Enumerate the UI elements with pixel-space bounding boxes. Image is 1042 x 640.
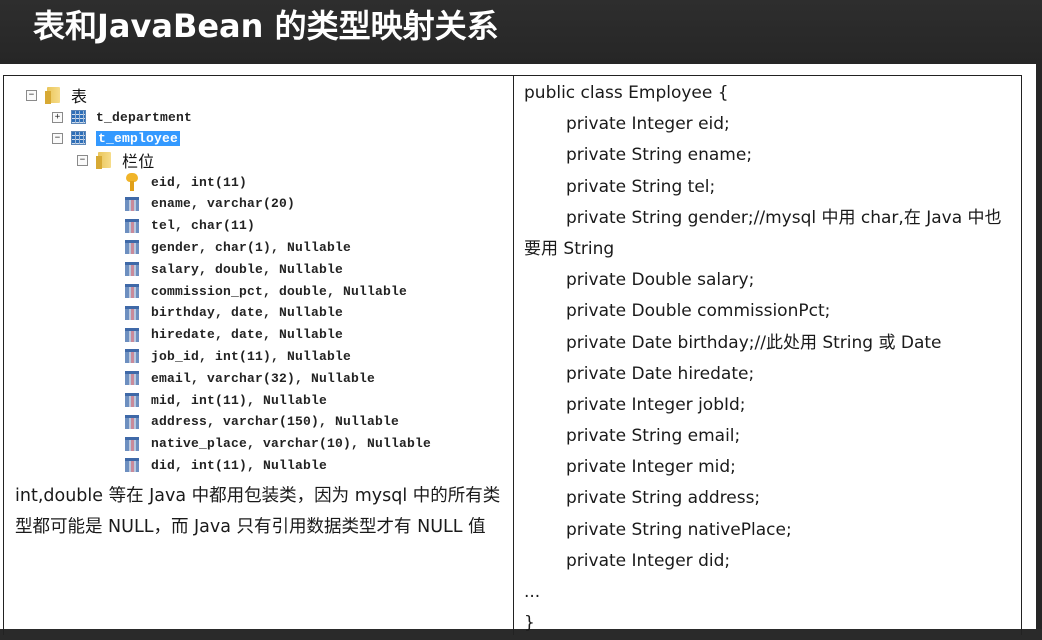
javabean-code: public class Employee { private Integer e… bbox=[524, 79, 1018, 640]
column-icon bbox=[125, 305, 139, 320]
tree-label-selected: t_employee bbox=[96, 130, 181, 146]
column-icon bbox=[125, 371, 139, 386]
tree-node-column[interactable]: salary, double, Nullable bbox=[125, 259, 343, 279]
tree-node-column[interactable]: gender, char(1), Nullable bbox=[125, 237, 351, 257]
tree-label: hiredate, date, Nullable bbox=[151, 327, 344, 343]
expand-icon[interactable]: + bbox=[52, 111, 63, 123]
tree-label: t_department bbox=[96, 109, 193, 125]
column-icon bbox=[125, 349, 139, 364]
code-line: private Double salary; bbox=[566, 270, 755, 291]
column-icon bbox=[125, 414, 139, 429]
tree-label: native_place, varchar(10), Nullable bbox=[151, 436, 432, 452]
tree-label: did, int(11), Nullable bbox=[151, 457, 328, 473]
collapse-icon[interactable]: − bbox=[52, 132, 63, 144]
tree-node-column[interactable]: did, int(11), Nullable bbox=[125, 455, 327, 475]
tree-label: gender, char(1), Nullable bbox=[151, 239, 352, 255]
right-edge bbox=[1036, 64, 1042, 629]
tree-node-column[interactable]: hiredate, date, Nullable bbox=[125, 325, 343, 345]
code-line: private String ename; bbox=[566, 145, 753, 166]
tree-node-root[interactable]: − 表 bbox=[26, 85, 88, 106]
tree-node-t-employee[interactable]: − t_employee bbox=[52, 128, 181, 148]
table-icon bbox=[71, 110, 86, 124]
tree-label: address, varchar(150), Nullable bbox=[151, 414, 400, 430]
tree-node-column[interactable]: commission_pct, double, Nullable bbox=[125, 281, 407, 301]
tree-label: email, varchar(32), Nullable bbox=[151, 370, 376, 386]
tree-label: job_id, int(11), Nullable bbox=[151, 348, 352, 364]
code-line: private Double commissionPct; bbox=[566, 301, 831, 322]
tree-node-column[interactable]: address, varchar(150), Nullable bbox=[125, 412, 399, 432]
folder-icon bbox=[96, 151, 114, 169]
tree-node-column[interactable]: ename, varchar(20) bbox=[125, 194, 295, 214]
collapse-icon[interactable]: − bbox=[77, 154, 88, 166]
column-icon bbox=[125, 262, 139, 277]
folder-icon bbox=[45, 86, 63, 104]
tree-node-column[interactable]: email, varchar(32), Nullable bbox=[125, 368, 375, 388]
code-line: private Integer eid; bbox=[566, 114, 730, 135]
code-line: } bbox=[524, 613, 535, 634]
code-line: private String address; bbox=[566, 488, 761, 509]
collapse-icon[interactable]: − bbox=[26, 89, 37, 101]
tree-label: tel, char(11) bbox=[151, 218, 256, 234]
column-icon bbox=[125, 458, 139, 473]
code-line: private String nativePlace; bbox=[566, 519, 792, 540]
tree-label: commission_pct, double, Nullable bbox=[151, 283, 408, 299]
code-line: private String gender;//mysql 中用 char,在 … bbox=[566, 207, 1002, 228]
tree-label: eid, int(11) bbox=[151, 174, 248, 190]
slide-header: 表和JavaBean 的类型映射关系 bbox=[0, 0, 1042, 64]
tree-node-column[interactable]: eid, int(11) bbox=[125, 172, 247, 192]
column-icon bbox=[125, 218, 139, 233]
tree-node-column[interactable]: tel, char(11) bbox=[125, 216, 255, 236]
tree-node-column[interactable]: job_id, int(11), Nullable bbox=[125, 346, 351, 366]
tree-label: salary, double, Nullable bbox=[151, 261, 344, 277]
tree-label: birthday, date, Nullable bbox=[151, 305, 344, 321]
code-line: private Date hiredate; bbox=[566, 363, 755, 384]
code-line: private String email; bbox=[566, 426, 741, 447]
column-icon bbox=[125, 284, 139, 298]
code-line: public class Employee { bbox=[524, 83, 729, 103]
code-line: private Integer did; bbox=[566, 550, 731, 571]
note-text: int,double 等在 Java 中都用包装类，因为 mysql 中的所有类… bbox=[15, 486, 501, 537]
code-line: private Date birthday;//此处用 String 或 Dat… bbox=[566, 332, 942, 353]
column-icon bbox=[125, 327, 139, 342]
code-line: 要用 String bbox=[524, 238, 615, 259]
column-icon bbox=[125, 436, 139, 451]
tree-node-column[interactable]: native_place, varchar(10), Nullable bbox=[125, 434, 431, 454]
tree-node-t-department[interactable]: + t_department bbox=[52, 107, 192, 127]
code-line: private Integer jobId; bbox=[566, 394, 746, 415]
column-divider bbox=[513, 75, 514, 635]
code-line: private Integer mid; bbox=[566, 457, 736, 478]
code-line: ... bbox=[524, 582, 541, 602]
code-line: private String tel; bbox=[566, 176, 716, 197]
slide-title: 表和JavaBean 的类型映射关系 bbox=[33, 7, 499, 45]
tree-node-columns[interactable]: − 栏位 bbox=[77, 150, 155, 171]
table-icon bbox=[71, 131, 86, 145]
column-icon bbox=[125, 196, 139, 211]
column-icon bbox=[125, 393, 139, 407]
primary-key-icon bbox=[125, 173, 139, 191]
tree-node-column[interactable]: mid, int(11), Nullable bbox=[125, 390, 327, 410]
tree-node-column[interactable]: birthday, date, Nullable bbox=[125, 303, 343, 323]
tree-label: 表 bbox=[71, 87, 88, 106]
tree-label: 栏位 bbox=[122, 152, 155, 171]
column-icon bbox=[125, 240, 139, 255]
tree-label: mid, int(11), Nullable bbox=[151, 392, 328, 408]
tree-label: ename, varchar(20) bbox=[151, 196, 296, 212]
